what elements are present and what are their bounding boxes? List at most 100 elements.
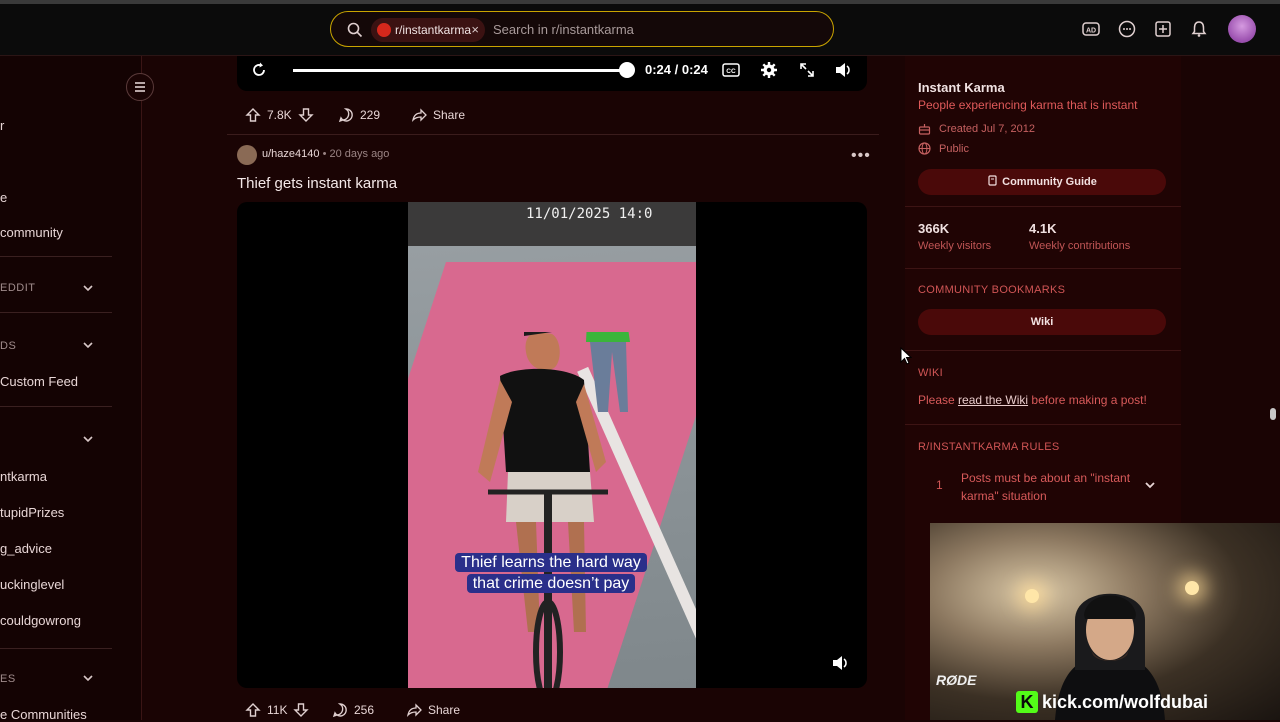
sidebar-item-couldgowrong[interactable]: couldgowrong bbox=[0, 613, 81, 628]
panel-divider bbox=[905, 424, 1181, 425]
search-icon bbox=[347, 22, 363, 38]
sidebar-section-reddit[interactable]: EDDIT bbox=[0, 282, 36, 294]
weekly-contributions-label: Weekly contributions bbox=[1029, 240, 1131, 252]
downvote-icon[interactable] bbox=[297, 107, 314, 123]
lamp bbox=[1185, 581, 1199, 595]
share-button[interactable]: Share bbox=[411, 107, 465, 123]
previous-video-player[interactable]: 0:24 / 0:24 CC bbox=[237, 56, 867, 91]
author-avatar[interactable] bbox=[237, 145, 257, 165]
video-scrub-handle[interactable] bbox=[619, 62, 635, 78]
captions-icon[interactable]: CC bbox=[722, 62, 740, 78]
top-bar: r/instantkarma × Search in r/instantkarm… bbox=[0, 0, 1280, 56]
panel-divider bbox=[905, 268, 1181, 269]
upvote-count: 11K bbox=[267, 703, 288, 717]
chevron-down-icon[interactable] bbox=[82, 339, 94, 351]
sidebar-item-stupidprizes[interactable]: tupidPrizes bbox=[0, 505, 64, 520]
share-icon bbox=[411, 108, 427, 122]
post-divider bbox=[227, 134, 879, 135]
comments-button[interactable]: 229 bbox=[338, 107, 380, 123]
comments-button[interactable]: 256 bbox=[332, 702, 374, 718]
rule-text[interactable]: Posts must be about an "instant karma" s… bbox=[961, 469, 1141, 505]
wiki-bookmark-button[interactable]: Wiki bbox=[918, 309, 1166, 335]
kick-logo-icon: K bbox=[1016, 691, 1038, 713]
comment-count: 256 bbox=[354, 703, 375, 717]
sidebar-section-feeds[interactable]: DS bbox=[0, 340, 16, 352]
post-meta: u/haze4140 • 20 days ago bbox=[262, 148, 389, 160]
created-date: Created Jul 7, 2012 bbox=[939, 122, 1036, 135]
scrollbar-thumb[interactable] bbox=[1270, 408, 1276, 420]
comment-count: 229 bbox=[360, 108, 381, 122]
sidebar-divider bbox=[0, 406, 112, 407]
svg-text:AD: AD bbox=[1086, 28, 1096, 35]
sidebar-item-instantkarma[interactable]: ntkarma bbox=[0, 469, 47, 484]
upvote-count: 7.8K bbox=[267, 108, 292, 122]
kick-channel-link[interactable]: K kick.com/wolfdubai bbox=[1016, 691, 1208, 713]
wiki-link[interactable]: read the Wiki bbox=[958, 393, 1028, 407]
weekly-visitors-value: 366K bbox=[918, 221, 950, 236]
volume-icon[interactable] bbox=[834, 61, 854, 79]
chevron-down-icon[interactable] bbox=[82, 282, 94, 294]
upvote-icon[interactable] bbox=[245, 107, 261, 123]
book-icon bbox=[988, 175, 997, 186]
community-created: Created Jul 7, 2012 bbox=[918, 122, 1035, 135]
sidebar-item-custom-feed[interactable]: Custom Feed bbox=[0, 374, 78, 389]
community-guide-label: Community Guide bbox=[1002, 176, 1097, 188]
community-guide-button[interactable]: Community Guide bbox=[918, 169, 1166, 195]
community-visibility: Public bbox=[918, 142, 969, 155]
community-logo-icon bbox=[377, 23, 391, 37]
panel-divider bbox=[905, 206, 1181, 207]
community-search-chip[interactable]: r/instantkarma × bbox=[371, 18, 485, 42]
sidebar-item-advice[interactable]: g_advice bbox=[0, 541, 52, 556]
video-progress-bar[interactable] bbox=[293, 69, 629, 72]
share-label: Share bbox=[428, 703, 461, 717]
mic-brand-label: RØDE bbox=[936, 672, 977, 688]
chevron-down-icon[interactable] bbox=[82, 433, 94, 445]
share-label: Share bbox=[433, 108, 466, 122]
clear-chip-icon[interactable]: × bbox=[471, 18, 479, 42]
chevron-down-icon[interactable] bbox=[82, 672, 94, 684]
upvote-group[interactable]: 11K bbox=[245, 702, 310, 718]
search-bar[interactable]: r/instantkarma × Search in r/instantkarm… bbox=[330, 11, 834, 47]
more-options-icon[interactable]: ••• bbox=[851, 147, 871, 165]
post-video[interactable]: 11/01/2025 14:0 Thief learns the hard wa… bbox=[237, 202, 867, 688]
share-icon bbox=[406, 703, 422, 717]
chat-icon[interactable] bbox=[1118, 20, 1136, 38]
sidebar-item-nextlevel[interactable]: uckinglevel bbox=[0, 577, 64, 592]
downvote-icon[interactable] bbox=[293, 702, 310, 718]
left-sidebar: r e community EDDIT DS Custom Feed ntkar… bbox=[0, 56, 154, 722]
caption-line-2: that crime doesn’t pay bbox=[466, 574, 636, 593]
sidebar-divider bbox=[0, 256, 112, 257]
share-button[interactable]: Share bbox=[406, 702, 460, 718]
replay-icon[interactable] bbox=[249, 60, 269, 80]
upvote-icon[interactable] bbox=[245, 702, 261, 718]
sidebar-item[interactable]: e bbox=[0, 190, 7, 205]
comment-icon bbox=[332, 703, 347, 718]
community-chip-label: r/instantkarma bbox=[395, 23, 472, 37]
video-caption: Thief learns the hard way that crime doe… bbox=[446, 552, 656, 594]
visibility-label: Public bbox=[939, 142, 969, 155]
sidebar-item-create-community[interactable]: community bbox=[0, 225, 63, 240]
fullscreen-icon[interactable] bbox=[798, 61, 816, 79]
bookmarks-heading: COMMUNITY BOOKMARKS bbox=[918, 284, 1066, 296]
post-author[interactable]: u/haze4140 bbox=[262, 148, 320, 160]
sidebar-item[interactable]: r bbox=[0, 118, 4, 133]
advertise-icon[interactable]: AD bbox=[1082, 20, 1100, 38]
mouse-cursor-icon bbox=[900, 347, 912, 365]
wiki-text-before: Please bbox=[918, 393, 959, 407]
community-description: People experiencing karma that is instan… bbox=[918, 98, 1138, 112]
volume-icon[interactable] bbox=[831, 654, 851, 672]
sidebar-section-resources[interactable]: ES bbox=[0, 673, 16, 685]
settings-gear-icon[interactable] bbox=[760, 61, 778, 79]
post-title[interactable]: Thief gets instant karma bbox=[237, 175, 397, 192]
video-time: 0:24 / 0:24 bbox=[645, 62, 708, 77]
panel-divider bbox=[905, 350, 1181, 351]
search-input[interactable]: Search in r/instantkarma bbox=[493, 12, 634, 48]
post-feed: 0:24 / 0:24 CC 7.8K 229 Share u/haze4140… bbox=[141, 56, 903, 720]
upvote-group[interactable]: 7.8K bbox=[245, 107, 314, 123]
notifications-icon[interactable] bbox=[1190, 20, 1208, 38]
chevron-down-icon[interactable] bbox=[1144, 479, 1156, 491]
weekly-visitors-label: Weekly visitors bbox=[918, 240, 992, 252]
create-post-icon[interactable] bbox=[1154, 20, 1172, 38]
user-avatar[interactable] bbox=[1228, 15, 1256, 43]
rule-number: 1 bbox=[936, 478, 943, 492]
